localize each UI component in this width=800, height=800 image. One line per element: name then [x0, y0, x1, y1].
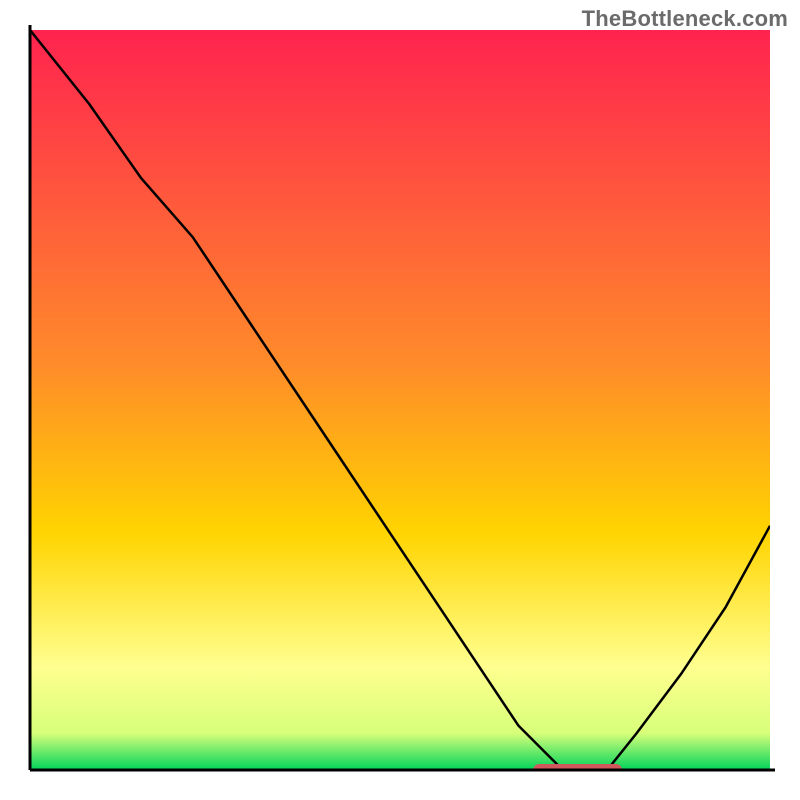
- plot-background: [30, 30, 770, 770]
- watermark-text: TheBottleneck.com: [582, 6, 788, 32]
- chart-stage: TheBottleneck.com: [0, 0, 800, 800]
- chart-svg: [0, 0, 800, 800]
